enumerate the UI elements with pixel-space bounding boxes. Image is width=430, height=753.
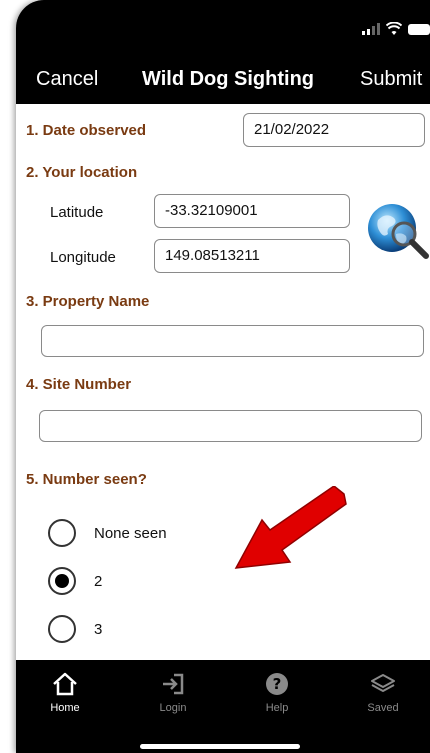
login-icon <box>163 673 184 695</box>
red-arrow-annotation <box>234 486 347 569</box>
longitude-label: Longitude <box>50 249 116 266</box>
svg-text:?: ? <box>273 675 282 693</box>
home-icon <box>53 672 77 696</box>
phone-screen: Cancel Wild Dog Sighting Submit 1. Date … <box>16 0 430 753</box>
home-indicator <box>140 744 300 749</box>
header-bar: Cancel Wild Dog Sighting Submit <box>16 0 430 104</box>
submit-button[interactable]: Submit <box>360 68 422 91</box>
radio-option-3[interactable]: 3 <box>48 615 102 643</box>
radio-option-none-seen[interactable]: None seen <box>48 519 167 547</box>
tab-login[interactable]: Login <box>128 672 218 714</box>
cancel-button[interactable]: Cancel <box>36 68 98 91</box>
tab-help[interactable]: ? Help <box>232 672 322 714</box>
tab-help-label: Help <box>265 702 289 714</box>
signal-icon <box>362 23 380 35</box>
number-seen-label: 5. Number seen? <box>26 471 147 488</box>
longitude-field[interactable]: 149.08513211 <box>154 239 350 273</box>
tab-home-label: Home <box>50 702 80 714</box>
page-title: Wild Dog Sighting <box>142 68 315 90</box>
help-icon: ? <box>266 673 288 695</box>
radio-option-label: None seen <box>94 524 167 542</box>
property-name-field[interactable] <box>41 325 424 357</box>
date-label: 1. Date observed <box>26 122 147 139</box>
property-label: 3. Property Name <box>26 293 150 310</box>
latitude-field[interactable]: -33.32109001 <box>154 194 350 228</box>
radio-button[interactable] <box>48 615 76 643</box>
location-label: 2. Your location <box>26 164 138 181</box>
tab-home[interactable]: Home <box>20 672 110 714</box>
latitude-label: Latitude <box>50 204 104 221</box>
saved-icon <box>371 674 395 692</box>
radio-button[interactable] <box>48 519 76 547</box>
status-bar <box>362 22 430 36</box>
tab-saved-label: Saved <box>367 702 399 714</box>
battery-icon <box>408 23 430 35</box>
wifi-icon <box>386 22 402 35</box>
site-label: 4. Site Number <box>26 376 132 393</box>
site-number-field[interactable] <box>39 410 422 442</box>
nav-bar: Cancel Wild Dog Sighting Submit <box>16 60 430 100</box>
radio-option-label: 2 <box>94 572 103 590</box>
radio-button-selected[interactable] <box>48 567 76 595</box>
radio-option-2[interactable]: 2 <box>48 567 102 595</box>
locate-globe-icon[interactable] <box>364 198 430 264</box>
radio-option-label: 3 <box>94 620 103 638</box>
date-field[interactable]: 21/02/2022 <box>243 113 425 147</box>
tab-login-label: Login <box>159 702 187 714</box>
tab-saved[interactable]: Saved <box>338 672 428 714</box>
tab-bar: Home Login ? Help Saved <box>16 660 430 753</box>
